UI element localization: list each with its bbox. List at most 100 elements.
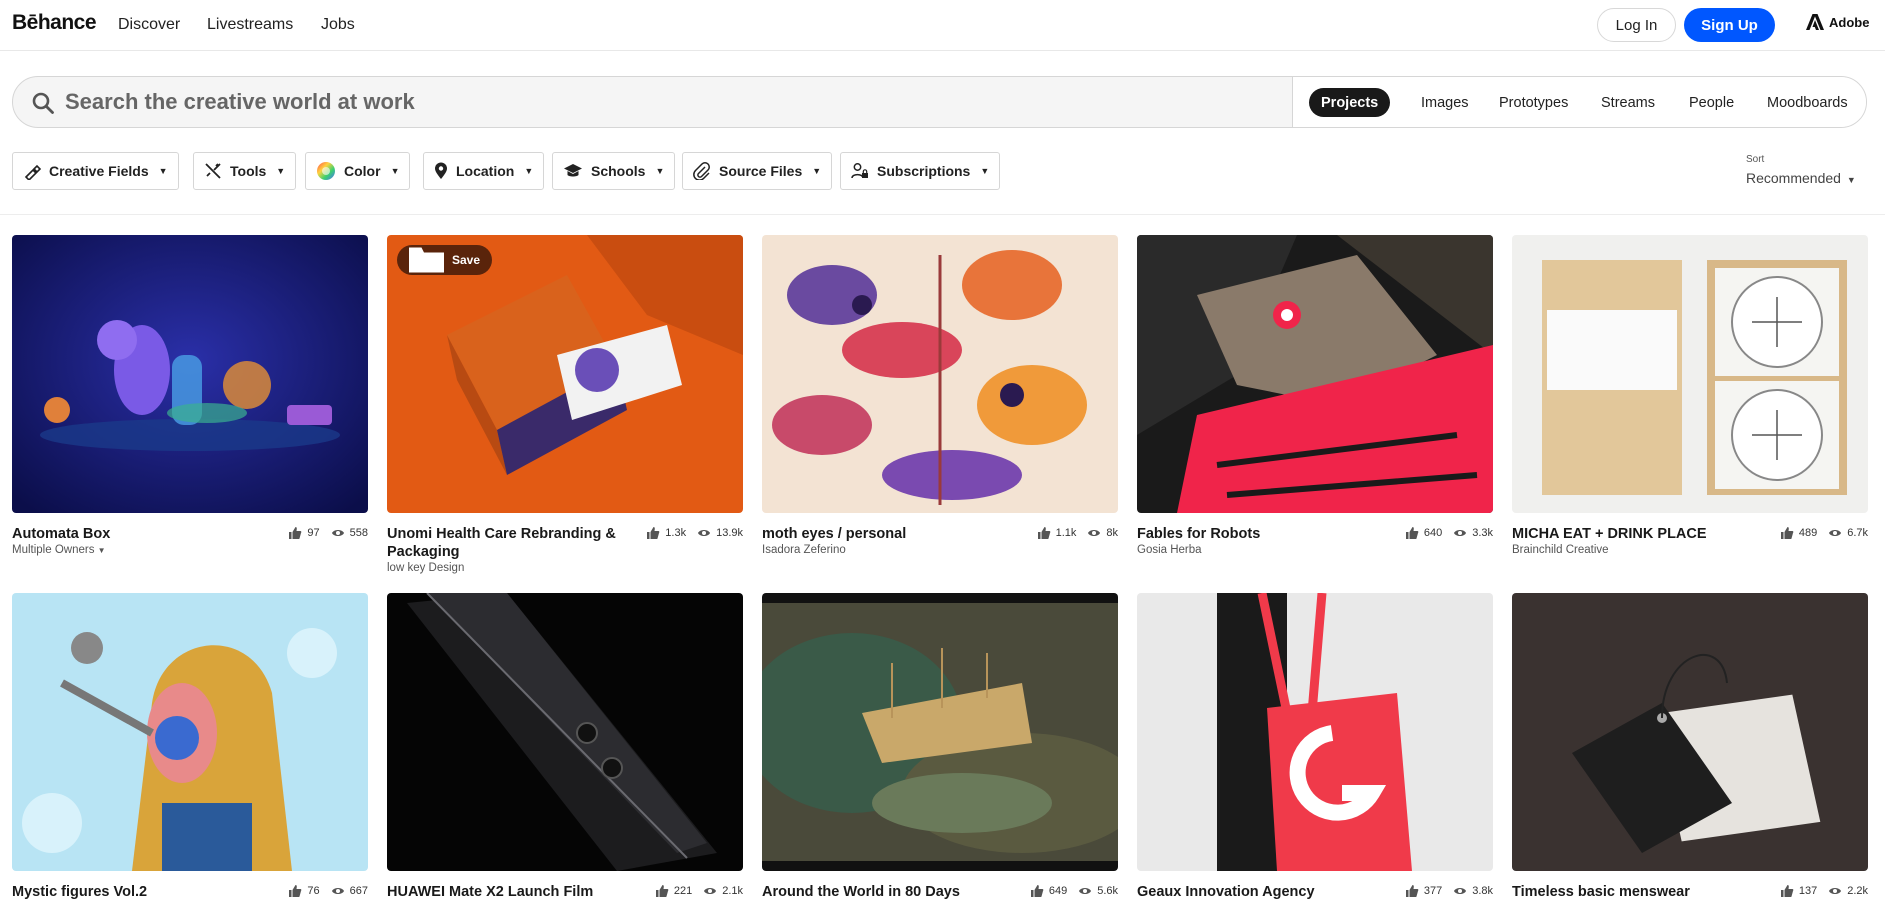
thumbnail-image [387,235,743,513]
thumbs-up-icon [1405,527,1419,539]
tab-images[interactable]: Images [1409,88,1481,117]
signup-button[interactable]: Sign Up [1684,8,1775,42]
filter-label: Subscriptions [877,163,971,179]
like-count: 1.1k [1055,527,1077,539]
project-thumbnail[interactable] [12,235,368,513]
thumbs-up-icon [647,527,660,539]
project-thumbnail[interactable] [1512,593,1868,871]
project-title[interactable]: Geaux Innovation Agency [1137,883,1367,901]
project-title[interactable]: Mystic figures Vol.2 [12,883,242,901]
filter-source-files[interactable]: Source Files ▼ [682,152,833,190]
adobe-label: Adobe [1829,14,1870,30]
adobe-link[interactable]: Adobe [1806,14,1869,30]
save-button[interactable]: Save [397,245,493,275]
tab-people[interactable]: People [1677,88,1746,117]
thumbnail-image [1512,235,1868,513]
view-count: 2.1k [722,885,743,897]
project-owner[interactable]: Gosia Herba [1137,544,1202,556]
thumbs-up-icon [1780,885,1794,897]
chevron-down-icon: ▼ [158,166,168,176]
project-thumbnail[interactable] [762,235,1118,513]
tab-moodboards[interactable]: Moodboards [1755,88,1860,117]
behance-logo[interactable]: Bēhance [12,11,97,35]
filter-location[interactable]: Location ▼ [423,152,545,190]
eye-icon [331,530,344,536]
view-count: 3.3k [1472,527,1493,539]
project-stats: 97 558 [288,526,368,540]
project-thumbnail[interactable]: Save [387,235,743,513]
project-title[interactable]: Unomi Health Care Rebranding & Packaging [387,525,617,561]
search-input[interactable] [65,87,1295,117]
project-title[interactable]: MICHA EAT + DRINK PLACE [1512,525,1742,543]
project-stats: 649 5.6k [1030,884,1118,898]
filter-color[interactable]: Color ▼ [305,152,411,190]
nav-discover[interactable]: Discover [118,16,180,34]
project-title[interactable]: Around the World in 80 Days [762,883,992,901]
view-count: 3.8k [1472,885,1493,897]
search-divider [1292,77,1293,127]
nav-livestreams[interactable]: Livestreams [207,16,293,34]
project-title[interactable]: moth eyes / personal [762,525,992,543]
thumbnail-image [1137,593,1493,871]
project-stats: 640 3.3k [1405,526,1493,540]
like-count: 137 [1798,885,1818,897]
thumbnail-image [762,235,1118,513]
tab-prototypes[interactable]: Prototypes [1487,88,1580,117]
filter-label: Location [456,163,515,179]
like-count: 221 [673,885,693,897]
eye-icon [1829,530,1842,536]
eye-icon [1079,888,1092,894]
like-count: 489 [1798,527,1818,539]
project-thumbnail[interactable] [12,593,368,871]
eye-icon [1088,530,1101,536]
like-count: 649 [1048,885,1068,897]
project-owner[interactable]: Isadora Zeferino [762,544,846,556]
tab-projects[interactable]: Projects [1309,88,1391,117]
project-thumbnail[interactable] [1137,235,1493,513]
project-thumbnail[interactable] [387,593,743,871]
thumbnail-image [1512,593,1868,871]
filter-label: Tools [230,163,267,179]
view-count: 8k [1106,527,1118,539]
project-thumbnail[interactable] [1137,593,1493,871]
project-stats: 1.3k 13.9k [646,526,743,540]
adobe-icon [1806,14,1824,30]
search-icon [32,92,54,114]
filter-creative-fields[interactable]: Creative Fields ▼ [12,152,179,190]
filter-schools[interactable]: Schools ▼ [552,152,676,190]
like-count: 640 [1423,527,1443,539]
sort-dropdown[interactable]: Recommended ▼ [1746,170,1856,186]
project-title[interactable]: HUAWEI Mate X2 Launch Film [387,883,617,901]
project-owner[interactable]: low key Design [387,562,464,574]
view-count: 2.2k [1847,885,1868,897]
view-count: 13.9k [716,527,743,539]
tools-icon [205,163,221,179]
nav-jobs[interactable]: Jobs [321,16,355,34]
chevron-down-icon: ▼ [390,166,400,176]
paperclip-icon [693,162,710,180]
thumbs-up-icon [1780,527,1794,539]
section-divider [0,214,1885,215]
view-count: 5.6k [1097,885,1118,897]
project-owner[interactable]: Brainchild Creative [1512,544,1609,556]
view-count: 558 [349,527,368,539]
project-title[interactable]: Timeless basic menswear [1512,883,1742,901]
project-owner[interactable]: Multiple Owners ▼ [12,544,106,556]
tab-streams[interactable]: Streams [1589,88,1667,117]
thumbs-up-icon [655,885,669,897]
user-lock-icon [851,163,868,179]
folder-icon [409,247,444,273]
thumbnail-image [762,593,1118,871]
graduation-cap-icon [564,164,582,177]
filter-subscriptions[interactable]: Subscriptions ▼ [840,152,1001,190]
top-header: Bēhance Discover Livestreams Jobs Log In… [0,0,1885,51]
project-thumbnail[interactable] [762,593,1118,871]
login-button[interactable]: Log In [1597,8,1676,42]
project-stats: 76 667 [288,884,368,898]
filter-tools[interactable]: Tools ▼ [193,152,297,190]
thumbs-up-icon [289,527,302,539]
project-stats: 1.1k 8k [1037,526,1118,540]
project-thumbnail[interactable] [1512,235,1868,513]
project-title[interactable]: Fables for Robots [1137,525,1367,543]
project-title[interactable]: Automata Box [12,525,242,543]
